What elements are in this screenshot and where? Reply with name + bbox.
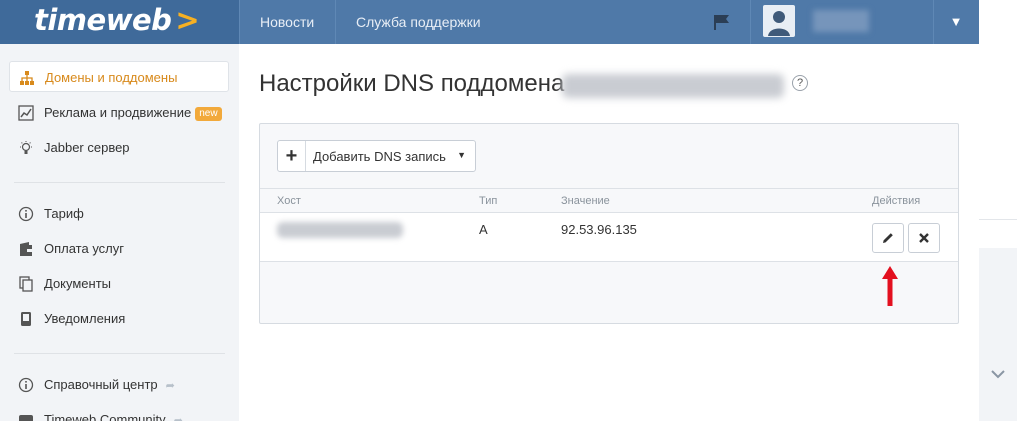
- sidebar-item-jabber[interactable]: Jabber сервер: [9, 132, 229, 163]
- user-name-redacted: [813, 10, 869, 32]
- subdomain-name-redacted: [562, 74, 784, 98]
- sidebar-divider: [14, 182, 225, 183]
- community-icon: [19, 415, 33, 421]
- logo-text: timeweb >: [34, 3, 200, 37]
- sidebar-item-payment[interactable]: Оплата услуг: [9, 233, 229, 264]
- sidebar-item-label: Timeweb Community ➦: [44, 412, 183, 421]
- wallet-icon: [20, 242, 32, 256]
- side-panel: [979, 248, 1017, 421]
- sidebar: Домены и поддомены Реклама и продвижение…: [0, 44, 239, 421]
- chevron-down-icon: ▼: [457, 150, 466, 160]
- sidebar-item-help-center[interactable]: Справочный центр ➦: [9, 369, 229, 400]
- record-type: A: [479, 222, 488, 237]
- sidebar-item-label: Домены и поддомены: [45, 70, 178, 85]
- pencil-icon: [883, 233, 893, 243]
- top-bar: timeweb > Новости Служба поддержки ▼: [0, 0, 979, 44]
- host-redacted: [277, 222, 403, 238]
- user-menu-caret[interactable]: ▼: [933, 0, 979, 44]
- sidebar-item-documents[interactable]: Документы: [9, 268, 229, 299]
- external-link-icon: ➦: [173, 415, 183, 421]
- lightbulb-icon: [20, 141, 32, 154]
- sidebar-divider: [14, 353, 225, 354]
- info-icon: [18, 206, 34, 222]
- column-header-type: Тип: [479, 195, 498, 207]
- divider: [979, 219, 1017, 220]
- help-icon[interactable]: ?: [792, 75, 808, 91]
- user-menu[interactable]: [751, 0, 933, 44]
- close-icon: [919, 233, 929, 243]
- column-header-host: Хост: [277, 195, 301, 207]
- chevron-down-icon[interactable]: [990, 368, 1006, 380]
- page-title: Настройки DNS поддомена: [259, 70, 565, 97]
- table-row: A 92.53.96.135: [260, 213, 958, 262]
- sidebar-item-label: Уведомления: [44, 311, 126, 326]
- plus-icon: +: [278, 141, 306, 171]
- logo[interactable]: timeweb >: [0, 0, 239, 44]
- dns-records-panel: + Добавить DNS запись ▼ Хост Тип Значени…: [259, 123, 959, 324]
- add-dns-record-label: Добавить DNS запись: [313, 149, 446, 164]
- sidebar-item-community[interactable]: Timeweb Community ➦: [9, 404, 229, 421]
- sidebar-item-label: Документы: [44, 276, 112, 291]
- nav-divider: [335, 0, 336, 44]
- table-header: Хост Тип Значение Действия: [260, 188, 958, 213]
- documents-icon: [19, 276, 33, 292]
- annotation-arrow-icon: [882, 266, 898, 306]
- nav-support-link[interactable]: Служба поддержки: [356, 0, 481, 44]
- record-value: 92.53.96.135: [561, 222, 637, 237]
- sidebar-item-advertising[interactable]: Реклама и продвижение new: [9, 97, 229, 128]
- nav-news-link[interactable]: Новости: [260, 0, 314, 44]
- delete-record-button[interactable]: [908, 223, 940, 253]
- sidebar-item-label: Тариф: [44, 206, 84, 221]
- question-icon: [18, 377, 34, 393]
- new-badge: new: [195, 107, 222, 121]
- flag-icon[interactable]: [713, 14, 731, 30]
- user-icon: [768, 11, 790, 36]
- sidebar-item-notifications[interactable]: Уведомления: [9, 303, 229, 334]
- sidebar-item-tariff[interactable]: Тариф: [9, 198, 229, 229]
- edit-record-button[interactable]: [872, 223, 904, 253]
- phone-icon: [21, 312, 31, 326]
- avatar: [763, 5, 795, 37]
- column-header-value: Значение: [561, 195, 610, 207]
- external-link-icon: ➦: [165, 380, 175, 392]
- sidebar-item-label: Справочный центр ➦: [44, 377, 175, 392]
- sidebar-item-label: Реклама и продвижение new: [44, 105, 222, 121]
- sidebar-item-label: Оплата услуг: [44, 241, 125, 256]
- sidebar-item-label: Jabber сервер: [44, 140, 130, 155]
- add-dns-record-button[interactable]: + Добавить DNS запись ▼: [277, 140, 476, 172]
- chart-icon: [18, 105, 34, 121]
- column-header-actions: Действия: [872, 195, 921, 207]
- sitemap-icon: [20, 71, 34, 85]
- nav-divider: [239, 0, 240, 44]
- sidebar-item-domains[interactable]: Домены и поддомены: [9, 61, 229, 92]
